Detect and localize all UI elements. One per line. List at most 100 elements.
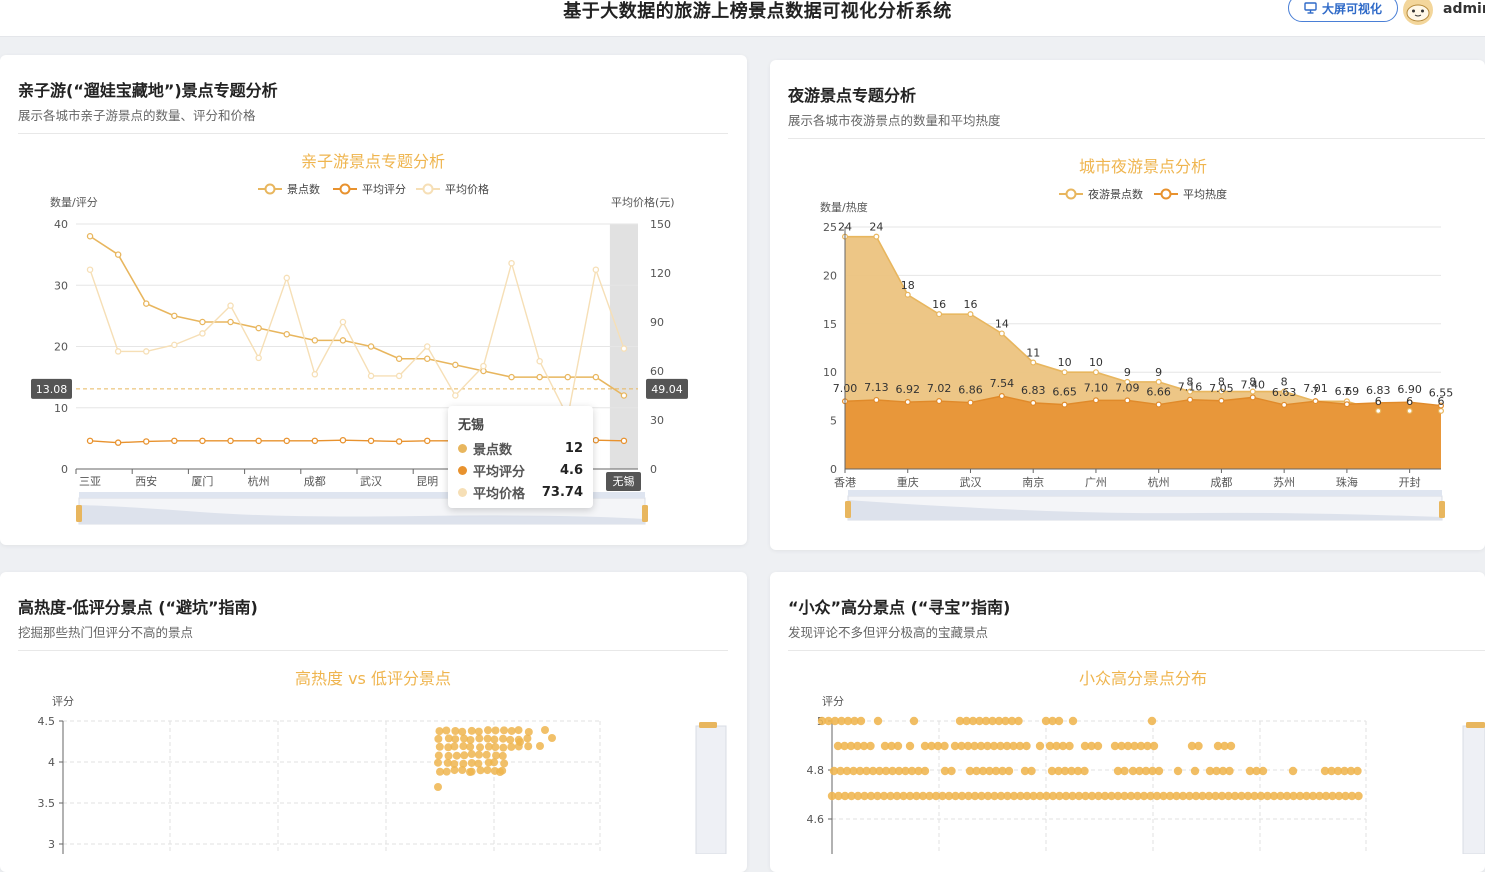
legend-marker bbox=[1067, 190, 1076, 199]
data-point bbox=[999, 331, 1004, 336]
scatter-point bbox=[458, 728, 466, 736]
data-point bbox=[621, 393, 626, 398]
scatter-point bbox=[1148, 717, 1156, 725]
tooltip-row: 景点数 12 bbox=[458, 437, 583, 459]
x-tick-label: 武汉 bbox=[959, 476, 981, 489]
scatter-point bbox=[490, 736, 498, 744]
data-point bbox=[87, 438, 92, 443]
legend-marker bbox=[341, 185, 350, 194]
data-label: 16 bbox=[963, 298, 977, 311]
scatter-point bbox=[1055, 717, 1063, 725]
data-point bbox=[1439, 409, 1444, 414]
scatter-point bbox=[491, 743, 499, 751]
scatter-point bbox=[451, 766, 459, 774]
y-tick-label: 20 bbox=[54, 341, 68, 354]
x-tick-label: 武汉 bbox=[360, 475, 382, 488]
data-point bbox=[397, 439, 402, 444]
scatter-point bbox=[499, 752, 507, 760]
data-point bbox=[425, 344, 430, 349]
data-point bbox=[1188, 397, 1193, 402]
data-point bbox=[340, 338, 345, 343]
x-tick-label: 珠海 bbox=[1336, 475, 1358, 489]
scatter-point bbox=[434, 783, 442, 791]
scatter-point bbox=[451, 735, 459, 743]
legend-marker bbox=[424, 185, 433, 194]
data-zoom-handle bbox=[1439, 501, 1445, 518]
data-label: 7.13 bbox=[864, 381, 889, 394]
data-label: 24 bbox=[869, 221, 883, 234]
scatter-point bbox=[1120, 767, 1128, 775]
pointer-label: 49.04 bbox=[651, 383, 683, 396]
x-tick-label: 重庆 bbox=[897, 475, 919, 489]
data-point bbox=[621, 346, 626, 351]
scatter-point bbox=[1155, 767, 1163, 775]
x-tick-label: 三亚 bbox=[79, 475, 101, 488]
legend-marker bbox=[266, 185, 275, 194]
data-point bbox=[87, 234, 92, 239]
scatter-point bbox=[445, 752, 453, 760]
y-tick-label: 4.6 bbox=[807, 813, 825, 826]
y-tick-label: 3.5 bbox=[38, 797, 56, 810]
data-point bbox=[1062, 370, 1067, 375]
data-zoom-track bbox=[696, 726, 726, 854]
scatter-point bbox=[490, 758, 498, 766]
scatter-point bbox=[515, 726, 523, 734]
scatter-point bbox=[475, 728, 483, 736]
scatter-point bbox=[468, 750, 476, 758]
data-point bbox=[453, 362, 458, 367]
x-tick-label: 杭州 bbox=[1148, 475, 1170, 489]
tooltip-row: 平均评分 4.6 bbox=[458, 459, 583, 481]
chart-title: 亲子游景点专题分析 bbox=[301, 152, 445, 171]
data-point bbox=[968, 400, 973, 405]
y-tick-label: 3 bbox=[48, 838, 55, 851]
scatter-point bbox=[524, 742, 532, 750]
y2-tick-label: 0 bbox=[650, 463, 657, 476]
series-line bbox=[90, 263, 624, 417]
data-point bbox=[593, 267, 598, 272]
data-zoom-handle bbox=[76, 505, 82, 522]
scatter-point bbox=[541, 726, 549, 734]
data-point bbox=[200, 331, 205, 336]
scatter-point bbox=[450, 742, 458, 750]
data-zoom-track bbox=[1463, 726, 1485, 854]
series-dot-icon bbox=[458, 488, 467, 497]
chart-title: 高热度 vs 低评分景点 bbox=[295, 669, 451, 688]
scatter-point bbox=[1036, 742, 1044, 750]
y-tick-label: 4.8 bbox=[807, 764, 825, 777]
data-point bbox=[200, 438, 205, 443]
scatter-point bbox=[1150, 742, 1158, 750]
data-label: 10 bbox=[1089, 356, 1103, 369]
x-tick-label: 成都 bbox=[1210, 476, 1232, 489]
data-point bbox=[340, 319, 345, 324]
scatter-point bbox=[467, 736, 475, 744]
scatter-point bbox=[940, 742, 948, 750]
scatter-point bbox=[483, 766, 491, 774]
scatter-point bbox=[947, 767, 955, 775]
data-point bbox=[1031, 400, 1036, 405]
data-point bbox=[1156, 402, 1161, 407]
data-point bbox=[905, 400, 910, 405]
data-point bbox=[1125, 398, 1130, 403]
legend-label: 平均价格 bbox=[445, 182, 489, 196]
y-tick-label: 5 bbox=[830, 415, 837, 428]
scatter-point bbox=[466, 768, 474, 776]
data-point bbox=[425, 438, 430, 443]
data-point bbox=[172, 313, 177, 318]
x-tick-label: 香港 bbox=[834, 476, 856, 489]
tooltip-title: 无锡 bbox=[458, 414, 583, 433]
data-label: 7.40 bbox=[1241, 378, 1266, 391]
scatter-point bbox=[453, 752, 461, 760]
data-zoom-handle bbox=[699, 722, 717, 728]
scatter-point bbox=[1065, 742, 1073, 750]
x-highlight-label: 无锡 bbox=[613, 474, 635, 488]
chart-title: 城市夜游景点分析 bbox=[1079, 157, 1207, 176]
data-point bbox=[481, 364, 486, 369]
scatter-point bbox=[507, 743, 515, 751]
y-tick-label: 25 bbox=[823, 221, 837, 234]
scatter-point bbox=[475, 734, 483, 742]
scatter-point bbox=[921, 767, 929, 775]
data-label: 9 bbox=[1124, 366, 1131, 379]
data-label: 14 bbox=[995, 317, 1009, 330]
y-tick-label: 10 bbox=[823, 366, 837, 379]
data-zoom-handle bbox=[845, 501, 851, 518]
